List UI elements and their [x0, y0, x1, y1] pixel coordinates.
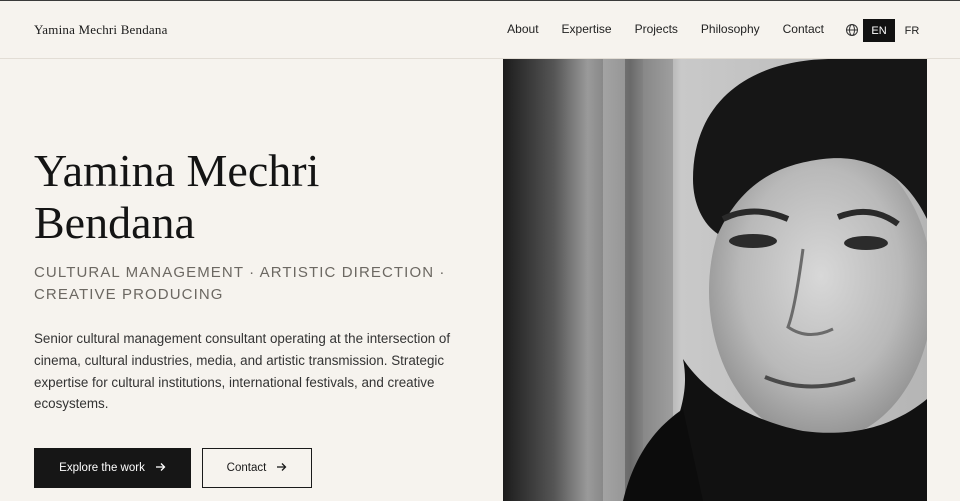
nav-about[interactable]: About [507, 22, 538, 36]
globe-icon [845, 23, 859, 37]
hero-title-line2: Bendana [34, 197, 195, 248]
explore-work-label: Explore the work [59, 462, 145, 474]
arrow-right-icon [276, 462, 287, 474]
hero-description: Senior cultural management consultant op… [34, 331, 451, 412]
lang-fr-button[interactable]: FR [898, 19, 926, 42]
brand-logo[interactable]: Yamina Mechri Bendana [34, 22, 168, 38]
portrait-photo [503, 59, 927, 501]
nav-contact[interactable]: Contact [783, 22, 824, 36]
nav-projects[interactable]: Projects [635, 22, 678, 36]
hero-tagline: Cultural management · Artistic direction… [34, 264, 446, 303]
arrow-right-icon [155, 462, 166, 474]
site-header: Yamina Mechri Bendana About Expertise Pr… [0, 0, 960, 59]
lang-en-button[interactable]: EN [863, 19, 895, 42]
hero-title: Yamina Mechri Bendana [34, 145, 474, 249]
explore-work-button[interactable]: Explore the work [34, 448, 191, 488]
nav-philosophy[interactable]: Philosophy [701, 22, 760, 36]
hero-title-line1: Yamina Mechri [34, 145, 320, 196]
contact-button[interactable]: Contact [202, 448, 312, 488]
contact-button-label: Contact [226, 462, 267, 474]
nav-expertise[interactable]: Expertise [562, 22, 612, 36]
main-nav: About Expertise Projects Philosophy Cont… [507, 22, 824, 36]
